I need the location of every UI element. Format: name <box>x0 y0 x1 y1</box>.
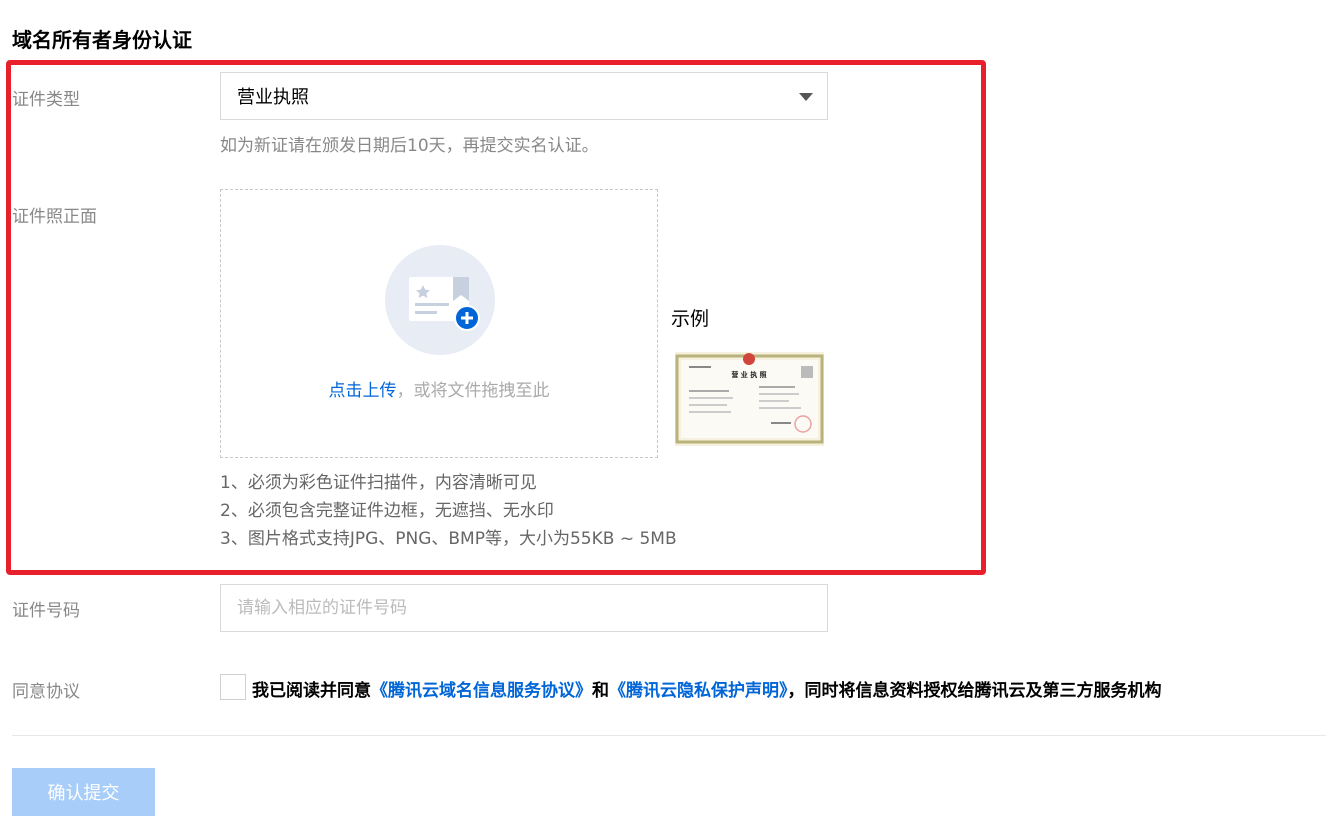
submit-button[interactable]: 确认提交 <box>12 768 155 816</box>
service-agreement-link[interactable]: 《腾讯云域名信息服务协议》 <box>371 681 592 701</box>
cert-number-input[interactable] <box>220 584 828 632</box>
agreement-text: 我已阅读并同意《腾讯云域名信息服务协议》和《腾讯云隐私保护声明》，同时将信息资料… <box>252 676 1162 701</box>
agreement-text-part: ，同时将信息资料授权给腾讯云及第三方服务机构 <box>787 681 1162 701</box>
requirement-item: 1、必须为彩色证件扫描件，内容清晰可见 <box>220 473 537 493</box>
cert-type-label: 证件类型 <box>12 90 80 110</box>
cert-number-label: 证件号码 <box>12 601 80 621</box>
cert-type-value: 营业执照 <box>237 87 309 108</box>
divider <box>12 735 1326 736</box>
upload-text: 点击上传，或将文件拖拽至此 <box>221 376 657 401</box>
cert-front-label: 证件照正面 <box>12 207 97 227</box>
example-license-title: 营 业 执 照 <box>731 370 766 379</box>
business-license-example-image: 营 业 执 照 <box>675 352 824 446</box>
cert-type-hint: 如为新证请在颁发日期后10天，再提交实名认证。 <box>220 136 599 156</box>
requirement-item: 2、必须包含完整证件边框，无遮挡、无水印 <box>220 501 554 521</box>
upload-icon-circle <box>385 245 495 355</box>
privacy-statement-link[interactable]: 《腾讯云隐私保护声明》 <box>609 681 788 701</box>
requirement-item: 3、图片格式支持JPG、PNG、BMP等，大小为55KB ~ 5MB <box>220 529 677 549</box>
upload-requirements: 1、必须为彩色证件扫描件，内容清晰可见 2、必须包含完整证件边框，无遮挡、无水印… <box>220 469 677 553</box>
example-label: 示例 <box>671 308 710 330</box>
agreement-text-part: 我已阅读并同意 <box>252 681 371 701</box>
cert-type-select[interactable]: 营业执照 <box>220 72 828 120</box>
section-title: 域名所有者身份认证 <box>12 28 192 52</box>
upload-text-rest: ，或将文件拖拽至此 <box>396 381 550 401</box>
caret-down-icon <box>799 93 813 101</box>
id-card-upload-icon <box>409 277 480 331</box>
agreement-label: 同意协议 <box>12 682 80 702</box>
agreement-text-part: 和 <box>592 681 609 701</box>
upload-dropzone[interactable]: 点击上传，或将文件拖拽至此 <box>220 189 658 458</box>
agreement-checkbox[interactable] <box>220 674 246 700</box>
upload-link[interactable]: 点击上传 <box>329 381 397 401</box>
